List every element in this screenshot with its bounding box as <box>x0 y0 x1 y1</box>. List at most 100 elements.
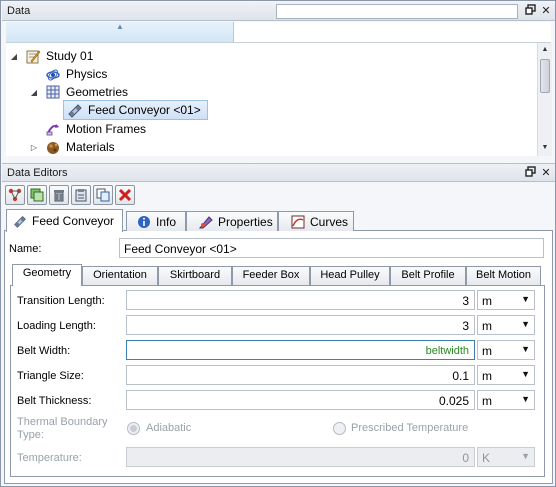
tree-item-label: Physics <box>66 67 108 81</box>
motion-frames-icon <box>45 121 61 137</box>
editor-tabs: Feed Conveyor Info Properties Curves <box>4 209 553 232</box>
editors-panel-title: Data Editors <box>7 167 68 179</box>
subtab-orientation[interactable]: Orientation <box>82 266 158 285</box>
tab-label: Properties <box>218 214 273 229</box>
info-icon <box>137 215 151 229</box>
tree-scrollbar[interactable]: ▲ ▼ <box>537 43 552 156</box>
temperature-unit-select[interactable]: K ▼ <box>477 447 535 467</box>
unit-value: K <box>482 451 491 465</box>
collapsed-arrow-icon[interactable]: ▷ <box>29 143 39 152</box>
data-panel-title: Data <box>7 5 31 17</box>
restore-window-icon[interactable] <box>523 166 537 180</box>
curves-icon <box>291 215 305 229</box>
tab-label: Feed Conveyor <box>32 214 115 228</box>
subtab-belt-motion[interactable]: Belt Motion <box>466 266 541 285</box>
copy-node-icon <box>30 188 44 202</box>
tree-item-label: Motion Frames <box>66 122 147 136</box>
chevron-down-icon: ▼ <box>521 394 530 404</box>
expanded-arrow-icon[interactable]: ◢ <box>9 52 19 61</box>
belt-width-input[interactable]: beltwidth <box>126 340 475 360</box>
scroll-up-icon[interactable]: ▲ <box>538 43 552 57</box>
belt-thickness-label: Belt Thickness: <box>17 395 92 407</box>
tab-label: Curves <box>310 214 349 229</box>
data-panel-header: Data ✕ <box>2 2 555 21</box>
duplicate-icon <box>96 188 110 202</box>
chevron-down-icon: ▼ <box>521 294 530 304</box>
delete-node-button[interactable] <box>49 185 69 205</box>
chevron-down-icon: ▼ <box>521 451 530 461</box>
unit-value: m <box>482 369 492 383</box>
tree-item-label: Study 01 <box>46 49 94 63</box>
temperature-label: Temperature: <box>17 452 82 464</box>
unit-value: m <box>482 344 492 358</box>
thermal-boundary-label-line1: Thermal Boundary <box>17 416 108 428</box>
name-field[interactable]: Feed Conveyor <01> <box>119 238 544 258</box>
tab-properties[interactable]: Properties <box>186 211 278 231</box>
tab-label: Info <box>156 214 177 229</box>
scroll-thumb[interactable] <box>540 59 550 93</box>
conveyor-icon <box>67 102 83 118</box>
clipboard-icon <box>75 189 87 202</box>
belt-thickness-unit-select[interactable]: m ▼ <box>477 390 535 410</box>
adiabatic-radio-label: Adiabatic <box>146 422 192 434</box>
belt-width-unit-select[interactable]: m ▼ <box>477 340 535 360</box>
data-search-input[interactable] <box>276 4 518 19</box>
transition-length-input[interactable]: 3 <box>126 290 475 310</box>
chevron-down-icon: ▼ <box>521 319 530 329</box>
chevron-down-icon: ▼ <box>521 369 530 379</box>
physics-icon <box>45 66 61 82</box>
tab-curves[interactable]: Curves <box>278 211 354 231</box>
copy-node-button[interactable] <box>27 185 47 205</box>
adiabatic-radio[interactable] <box>127 422 140 435</box>
thermal-boundary-label-line2: Type: <box>17 429 44 441</box>
tree-item-motion-frames[interactable]: Motion Frames <box>29 120 146 138</box>
triangle-size-input[interactable]: 0.1 <box>126 365 475 385</box>
tree-item-physics[interactable]: Physics <box>29 65 107 83</box>
loading-length-input[interactable]: 3 <box>126 315 475 335</box>
conveyor-icon <box>13 214 27 228</box>
tree-item-label: Geometries <box>66 85 129 99</box>
add-node-button[interactable] <box>5 185 25 205</box>
unit-value: m <box>482 319 492 333</box>
loading-length-label: Loading Length: <box>17 320 96 332</box>
data-tree: ◢ Study 01 Physics ◢ Geometries Feed Con… <box>6 43 537 156</box>
close-panel-icon[interactable]: ✕ <box>539 4 553 18</box>
loading-length-unit-select[interactable]: m ▼ <box>477 315 535 335</box>
tree-item-geometries[interactable]: ◢ Geometries <box>29 83 128 101</box>
unit-value: m <box>482 394 492 408</box>
triangle-size-unit-select[interactable]: m ▼ <box>477 365 535 385</box>
transition-length-unit-select[interactable]: m ▼ <box>477 290 535 310</box>
subtab-head-pulley[interactable]: Head Pulley <box>310 266 390 285</box>
sort-ascending-icon: ▲ <box>116 22 124 31</box>
tree-sort-column[interactable]: ▲ <box>6 22 234 42</box>
study-icon <box>25 48 41 64</box>
name-label: Name: <box>9 243 42 255</box>
editors-panel-header: Data Editors ✕ <box>2 163 555 182</box>
close-panel-icon[interactable]: ✕ <box>539 166 553 180</box>
restore-window-icon[interactable] <box>523 4 537 18</box>
close-editor-button[interactable] <box>115 185 135 205</box>
tree-item-study[interactable]: ◢ Study 01 <box>9 47 93 65</box>
tab-feed-conveyor[interactable]: Feed Conveyor <box>6 209 123 232</box>
tree-item-label: Feed Conveyor <01> <box>88 103 201 117</box>
tree-item-feed-conveyor[interactable]: Feed Conveyor <01> <box>63 100 208 120</box>
geometries-icon <box>45 84 61 100</box>
subtab-skirtboard[interactable]: Skirtboard <box>158 266 232 285</box>
subtab-belt-profile[interactable]: Belt Profile <box>390 266 466 285</box>
tree-item-label: Materials <box>66 140 115 154</box>
tab-info[interactable]: Info <box>126 211 186 231</box>
clipboard-button[interactable] <box>71 185 91 205</box>
temperature-input[interactable]: 0 <box>126 447 475 467</box>
tree-item-materials[interactable]: ▷ Materials <box>29 138 115 156</box>
scroll-down-icon[interactable]: ▼ <box>538 141 552 155</box>
chevron-down-icon: ▼ <box>521 344 530 354</box>
prescribed-temperature-radio[interactable] <box>333 422 346 435</box>
expanded-arrow-icon[interactable]: ◢ <box>29 88 39 97</box>
tree-column-header[interactable]: ▲ <box>6 22 551 43</box>
unit-value: m <box>482 294 492 308</box>
belt-thickness-input[interactable]: 0.025 <box>126 390 475 410</box>
prescribed-temperature-radio-label: Prescribed Temperature <box>351 422 469 434</box>
subtab-geometry[interactable]: Geometry <box>12 264 82 286</box>
subtab-feeder-box[interactable]: Feeder Box <box>232 266 310 285</box>
duplicate-button[interactable] <box>93 185 113 205</box>
